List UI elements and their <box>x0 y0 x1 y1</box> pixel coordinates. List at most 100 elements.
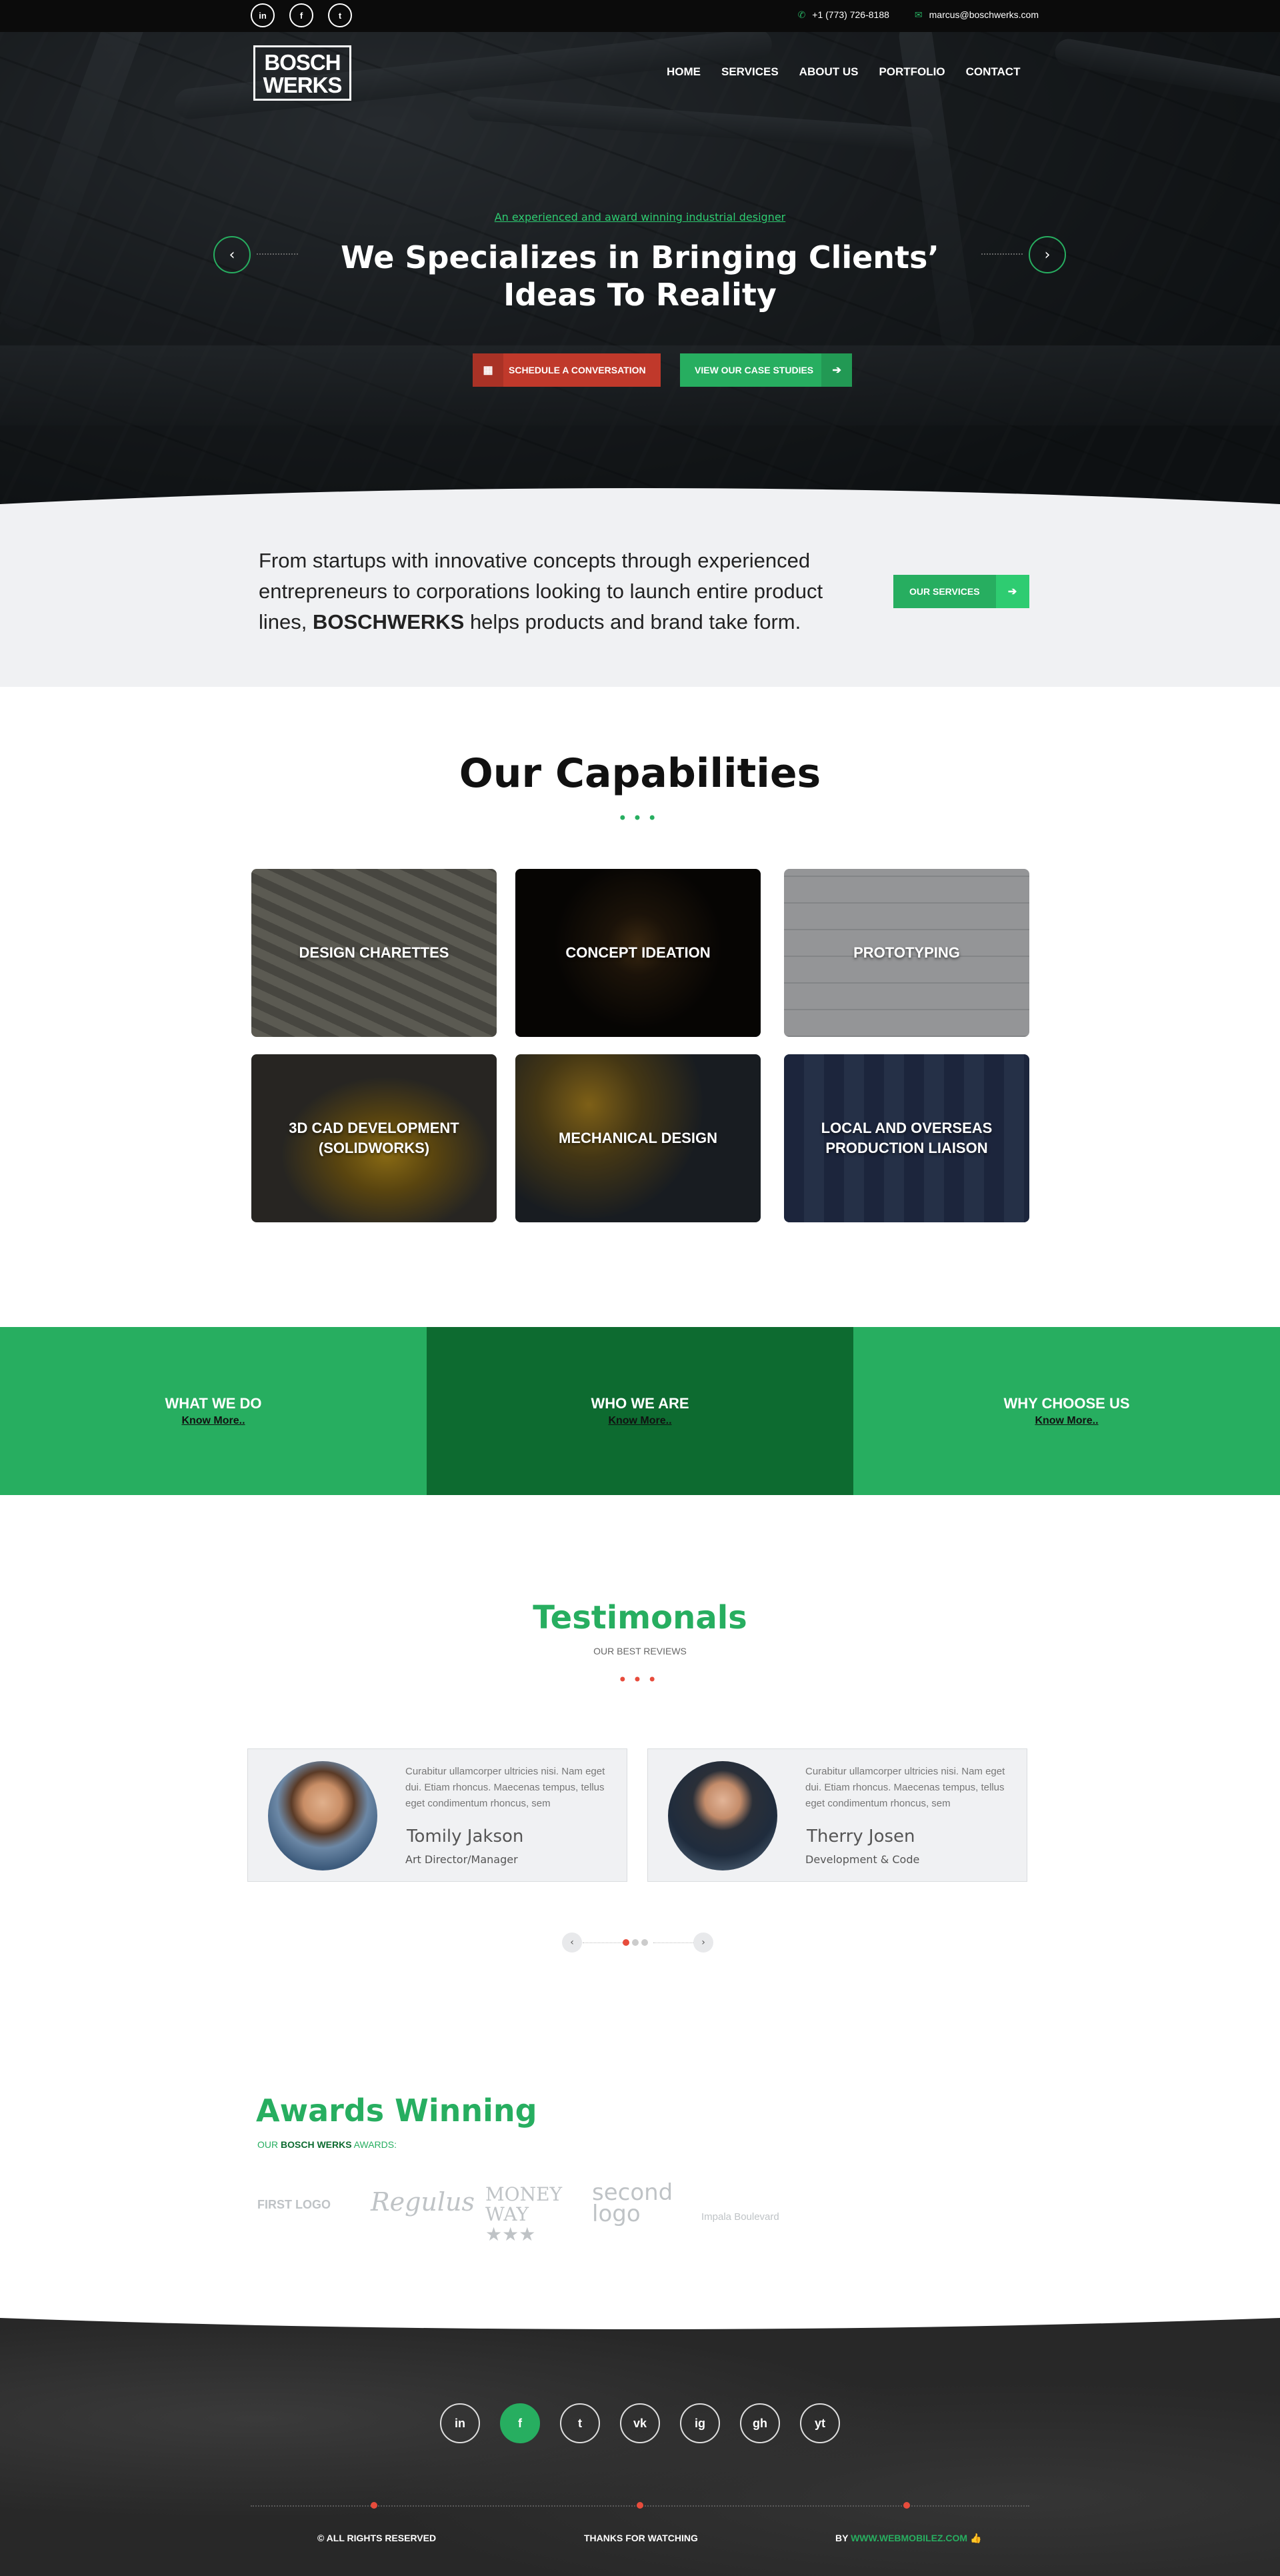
footer-divider-dot <box>903 2502 910 2509</box>
linkedin-icon[interactable]: in <box>251 3 275 27</box>
hero-title-line-2: Ideas To Reality <box>503 277 777 313</box>
footer-youtube-icon[interactable]: yt <box>800 2403 840 2443</box>
nav-services[interactable]: SERVICES <box>721 65 779 79</box>
footer-by: BY <box>835 2533 851 2543</box>
hero-title: We Specializes in Bringing Clients’ Idea… <box>0 239 1280 313</box>
who-we-are-link[interactable]: Know More.. <box>608 1415 671 1427</box>
footer-vk-icon[interactable]: vk <box>620 2403 660 2443</box>
phone-number: +1 (773) 726-8188 <box>812 9 889 20</box>
logo-line-2: WERKS <box>263 73 343 97</box>
our-services-button[interactable]: OUR SERVICES ➔ <box>893 575 1029 608</box>
avatar <box>668 1761 777 1870</box>
our-services-label: OUR SERVICES <box>909 586 980 597</box>
arrow-right-icon: ➔ <box>821 353 853 387</box>
footer-credit: BY WWW.WEBMOBILEZ.COM 👍 <box>835 2533 981 2544</box>
mail-icon: ✉ <box>914 9 923 20</box>
footer-facebook-icon[interactable]: f <box>500 2403 540 2443</box>
testimonial-role: Development & Code <box>805 1853 920 1866</box>
footer-rights: © ALL RIGHTS RESERVED <box>317 2533 437 2543</box>
slider-prev-button[interactable]: ‹ <box>213 236 251 273</box>
awards-subtitle: OUR BOSCH WERKS AWARDS: <box>257 2139 397 2150</box>
capability-card-prototyping[interactable]: PROTOTYPING <box>784 869 1029 1037</box>
pagination-dot-active[interactable] <box>623 1939 629 1946</box>
capability-card-3d-cad[interactable]: 3D CAD DEVELOPMENT (SOLIDWORKS) <box>251 1054 497 1222</box>
awards-sub-after: AWARDS: <box>351 2139 397 2150</box>
testimonials-prev-button[interactable]: ‹ <box>562 1933 582 1953</box>
calendar-icon: ▦ <box>473 353 503 387</box>
topbar-social: in f t <box>251 3 352 27</box>
avatar <box>268 1761 377 1870</box>
nav-portfolio[interactable]: PORTFOLIO <box>879 65 945 79</box>
twitter-icon[interactable]: t <box>328 3 352 27</box>
pagination-dot[interactable] <box>632 1939 639 1946</box>
footer-twitter-icon[interactable]: t <box>560 2403 600 2443</box>
testimonials-next-button[interactable]: › <box>693 1933 713 1953</box>
intro-text-after: helps products and brand take form. <box>464 610 801 633</box>
footer-credit-link[interactable]: WWW.WEBMOBILEZ.COM <box>851 2533 967 2543</box>
capability-label: LOCAL AND OVERSEAS PRODUCTION LIAISON <box>821 1120 993 1156</box>
slider-next-dots <box>981 253 1023 255</box>
top-bar: in f t ✆ +1 (773) 726-8188 ✉ marcus@boschw… <box>0 0 1280 32</box>
thumbs-up-icon: 👍 <box>969 2533 982 2543</box>
nav-contact[interactable]: CONTACT <box>966 65 1021 79</box>
footer-github-icon[interactable]: gh <box>740 2403 780 2443</box>
nav-about-us[interactable]: ABOUT US <box>799 65 859 79</box>
slider-next-button[interactable]: › <box>1029 236 1066 273</box>
hero-wave <box>0 488 1280 505</box>
what-we-do-title: WHAT WE DO <box>165 1395 262 1412</box>
footer-linkedin-icon[interactable]: in <box>440 2403 480 2443</box>
footer-thanks: THANKS FOR WATCHING <box>584 2533 698 2543</box>
view-case-studies-button[interactable]: VIEW OUR CASE STUDIES ➔ <box>680 353 853 387</box>
hero-title-line-1: We Specializes in Bringing Clients’ <box>341 239 939 275</box>
testimonial-card: Curabitur ullamcorper ultricies nisi. Na… <box>247 1748 627 1882</box>
why-choose-us-title: WHY CHOOSE US <box>1003 1395 1130 1412</box>
testimonials-dots: ••• <box>617 1670 663 1689</box>
capability-card-concept-ideation[interactable]: CONCEPT IDEATION <box>515 869 761 1037</box>
schedule-conversation-button[interactable]: ▦ SCHEDULE A CONVERSATION <box>473 353 661 387</box>
chevron-left-icon: ‹ <box>229 246 235 263</box>
phone-contact[interactable]: ✆ +1 (773) 726-8188 <box>798 9 889 21</box>
capability-card-production-liaison[interactable]: LOCAL AND OVERSEAS PRODUCTION LIAISON <box>784 1054 1029 1222</box>
intro-text: From startups with innovative concepts t… <box>259 545 859 637</box>
intro-brand: BOSCHWERKS <box>312 610 465 633</box>
title-dots: ••• <box>617 809 663 828</box>
main-nav: HOME SERVICES ABOUT US PORTFOLIO CONTACT <box>667 65 1041 79</box>
footer-instagram-icon[interactable]: ig <box>680 2403 720 2443</box>
testimonial-quote: Curabitur ullamcorper ultricies nisi. Na… <box>405 1766 605 1809</box>
pagination-dot[interactable] <box>641 1939 648 1946</box>
slider-prev-dots <box>257 253 298 255</box>
why-choose-us-panel: WHY CHOOSE US Know More.. <box>853 1327 1280 1495</box>
nav-home[interactable]: HOME <box>667 65 701 79</box>
hero-kicker[interactable]: An experienced and award winning industr… <box>0 211 1280 223</box>
why-choose-us-link[interactable]: Know More.. <box>1035 1415 1098 1427</box>
brand-logo[interactable]: BOSCH WERKS <box>253 45 351 101</box>
testimonials-subtitle: OUR BEST REVIEWS <box>593 1646 687 1656</box>
testimonial-name: Tomily Jakson <box>407 1826 524 1846</box>
schedule-label: SCHEDULE A CONVERSATION <box>509 365 646 375</box>
testimonials-pagination <box>623 1939 648 1946</box>
who-we-are-title: WHO WE ARE <box>591 1395 689 1412</box>
testimonial-role: Art Director/Manager <box>405 1853 518 1866</box>
case-studies-label: VIEW OUR CASE STUDIES <box>695 365 814 375</box>
capability-label: PROTOTYPING <box>853 944 960 961</box>
capability-card-mechanical-design[interactable]: MECHANICAL DESIGN <box>515 1054 761 1222</box>
testimonial-card: Curabitur ullamcorper ultricies nisi. Na… <box>647 1748 1027 1882</box>
email-contact[interactable]: ✉ marcus@boschwerks.com <box>915 9 1039 21</box>
chevron-left-icon: ‹ <box>570 1937 574 1948</box>
award-logo-regulus: Regulus <box>371 2187 475 2217</box>
awards-title: Awards Winning <box>256 2093 537 2129</box>
what-we-do-link[interactable]: Know More.. <box>181 1415 245 1427</box>
chevron-right-icon: › <box>701 1937 705 1948</box>
hero-slider: BOSCH WERKS HOME SERVICES ABOUT US PORTF… <box>0 32 1280 505</box>
awards-sub-before: OUR <box>257 2139 281 2150</box>
arrow-right-icon: ➔ <box>995 575 1029 608</box>
award-logo-second-logo: second logo <box>592 2179 673 2227</box>
capability-card-design-charettes[interactable]: DESIGN CHARETTES <box>251 869 497 1037</box>
capability-label: CONCEPT IDEATION <box>565 944 711 961</box>
chevron-right-icon: › <box>1044 246 1051 263</box>
awards-sub-brand: BOSCH WERKS <box>281 2139 352 2150</box>
capability-label: 3D CAD DEVELOPMENT (SOLIDWORKS) <box>289 1120 459 1156</box>
facebook-icon[interactable]: f <box>289 3 313 27</box>
footer-wave <box>0 2314 1280 2329</box>
topbar-contact: ✆ +1 (773) 726-8188 ✉ marcus@boschwerks.co… <box>798 9 1039 21</box>
